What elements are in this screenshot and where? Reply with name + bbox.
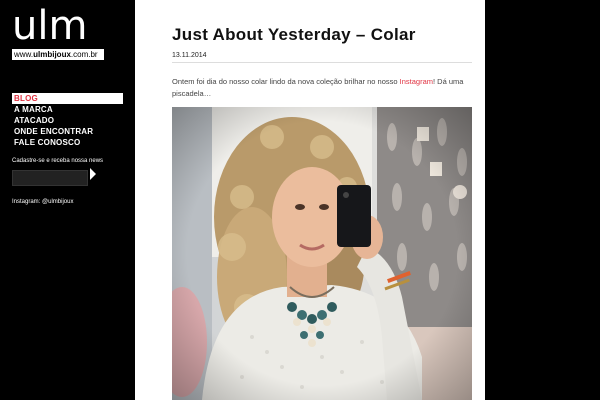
content-column: Just About Yesterday – Colar 13.11.2014 …	[135, 0, 485, 400]
logo-url-brand: ulmbijoux	[33, 50, 71, 59]
logo-url: www.ulmbijoux.com.br	[12, 49, 104, 60]
newsletter-label: Cadastre-se e receba nossa news	[12, 158, 104, 164]
right-margin	[485, 0, 600, 400]
nav-item-a-marca[interactable]: A MARCA	[12, 104, 123, 115]
instagram-link[interactable]: Instagram	[400, 77, 433, 86]
instagram-handle[interactable]: Instagram: @ulmbijoux	[12, 199, 73, 205]
nav-item-blog[interactable]: BLOG	[12, 93, 123, 104]
post-title[interactable]: Just About Yesterday – Colar	[172, 25, 416, 45]
post-date: 13.11.2014	[172, 52, 207, 59]
post-excerpt: Ontem foi dia do nosso colar lindo da no…	[172, 76, 474, 100]
logo-url-suffix: .com.br	[70, 50, 98, 59]
title-divider	[172, 62, 472, 63]
newsletter-form	[12, 166, 102, 186]
main-nav: BLOG A MARCA ATACADO ONDE ENCONTRAR FALE…	[12, 93, 123, 148]
newsletter-submit-arrow-icon[interactable]	[90, 168, 96, 180]
nav-item-onde-encontrar[interactable]: ONDE ENCONTRAR	[12, 126, 123, 137]
logo-wordmark: ulm	[12, 3, 88, 49]
newsletter-email-input[interactable]	[12, 169, 88, 186]
nav-item-atacado[interactable]: ATACADO	[12, 115, 123, 126]
logo-url-prefix: www.	[14, 50, 34, 59]
nav-item-fale-conosco[interactable]: FALE CONOSCO	[12, 137, 123, 148]
post-body-text: Ontem foi dia do nosso colar lindo da no…	[172, 77, 400, 86]
selfie-photo-illustration	[172, 107, 472, 400]
site-logo[interactable]: ulm www.ulmbijoux.com.br	[12, 6, 104, 60]
post-photo[interactable]	[172, 107, 472, 400]
sidebar: ulm www.ulmbijoux.com.br BLOG A MARCA AT…	[0, 0, 135, 400]
